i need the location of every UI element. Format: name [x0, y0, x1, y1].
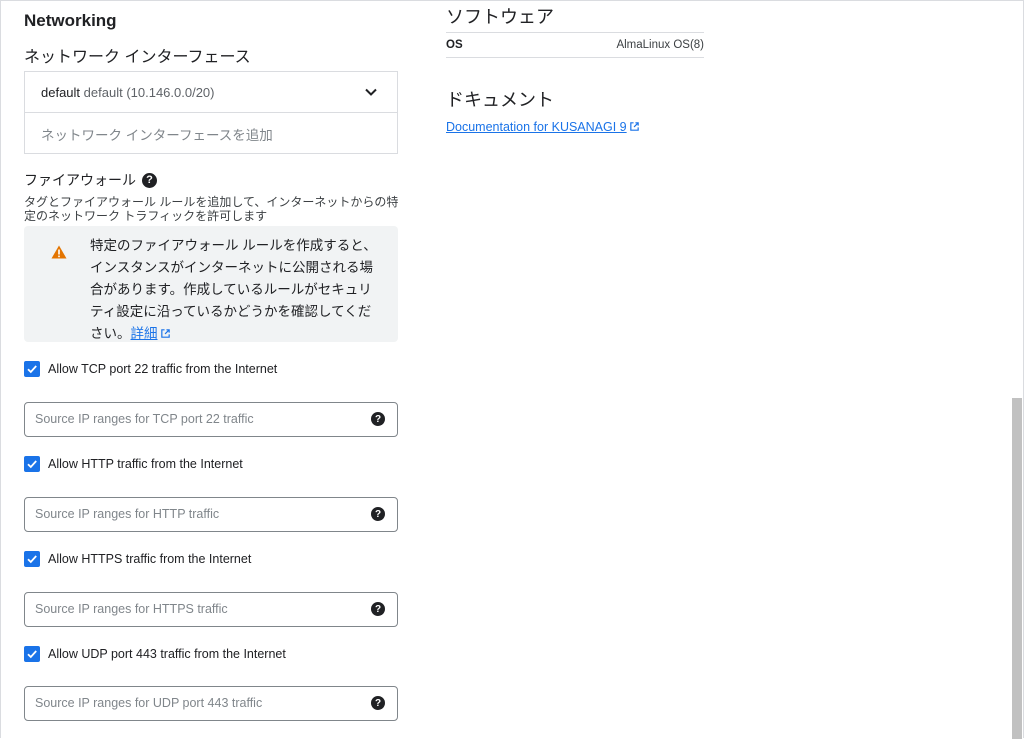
network-interfaces-title: ネットワーク インターフェース [24, 49, 251, 66]
tcp22-source-ip-placeholder: Source IP ranges for TCP port 22 traffic [35, 412, 254, 426]
os-key: OS [446, 39, 463, 51]
help-icon[interactable]: ? [371, 696, 385, 710]
firewall-warning-text: 特定のファイアウォール ルールを作成すると、インスタンスがインターネットに公開さ… [90, 235, 380, 345]
firewall-heading: ファイアウォール ? [24, 170, 157, 190]
documentation-link-text[interactable]: Documentation for KUSANAGI 9 [446, 120, 627, 134]
http-source-ip-input[interactable]: Source IP ranges for HTTP traffic ? [24, 497, 398, 532]
external-link-icon[interactable] [629, 121, 640, 132]
warning-icon [51, 245, 67, 259]
checkbox-checked-icon[interactable] [24, 456, 40, 472]
network-interface-panel: default default (10.146.0.0/20) ネットワーク イ… [24, 71, 398, 154]
allow-tcp22-checkbox-row[interactable]: Allow TCP port 22 traffic from the Inter… [24, 361, 277, 377]
scrollbar[interactable] [1012, 398, 1022, 739]
software-title: ソフトウェア [446, 7, 554, 27]
help-icon[interactable]: ? [371, 602, 385, 616]
allow-http-label: Allow HTTP traffic from the Internet [48, 457, 243, 471]
help-icon[interactable]: ? [371, 412, 385, 426]
checkbox-checked-icon[interactable] [24, 361, 40, 377]
http-source-ip-placeholder: Source IP ranges for HTTP traffic [35, 507, 220, 521]
checkbox-checked-icon[interactable] [24, 646, 40, 662]
network-interface-name: default [41, 85, 81, 100]
network-interface-row[interactable]: default default (10.146.0.0/20) [25, 72, 397, 113]
firewall-title: ファイアウォール [24, 172, 136, 188]
documents-title: ドキュメント [446, 90, 554, 110]
udp443-source-ip-input[interactable]: Source IP ranges for UDP port 443 traffi… [24, 686, 398, 721]
https-source-ip-input[interactable]: Source IP ranges for HTTPS traffic ? [24, 592, 398, 627]
allow-https-checkbox-row[interactable]: Allow HTTPS traffic from the Internet [24, 551, 251, 567]
os-value: AlmaLinux OS(8) [616, 39, 704, 51]
https-source-ip-placeholder: Source IP ranges for HTTPS traffic [35, 602, 228, 616]
tcp22-source-ip-input[interactable]: Source IP ranges for TCP port 22 traffic… [24, 402, 398, 437]
firewall-description: タグとファイアウォール ルールを追加して、インターネットからの特定のネットワーク… [24, 195, 399, 223]
help-icon[interactable]: ? [371, 507, 385, 521]
allow-https-label: Allow HTTPS traffic from the Internet [48, 552, 252, 566]
chevron-down-icon[interactable] [363, 84, 379, 100]
help-icon[interactable]: ? [142, 172, 157, 188]
checkbox-checked-icon[interactable] [24, 551, 40, 567]
firewall-warning-panel: 特定のファイアウォール ルールを作成すると、インスタンスがインターネットに公開さ… [24, 226, 398, 342]
allow-udp443-label: Allow UDP port 443 traffic from the Inte… [48, 647, 286, 661]
network-interface-detail: default (10.146.0.0/20) [83, 85, 215, 100]
allow-http-checkbox-row[interactable]: Allow HTTP traffic from the Internet [24, 456, 243, 472]
learn-more-link[interactable]: 詳細 [131, 326, 158, 341]
add-network-interface-button[interactable]: ネットワーク インターフェースを追加 [41, 124, 273, 144]
udp443-source-ip-placeholder: Source IP ranges for UDP port 443 traffi… [35, 696, 263, 710]
networking-title: Networking [24, 11, 117, 30]
external-link-icon[interactable] [160, 328, 171, 339]
documentation-link[interactable]: Documentation for KUSANAGI 9 [446, 120, 640, 134]
allow-tcp22-label: Allow TCP port 22 traffic from the Inter… [48, 362, 278, 376]
allow-udp443-checkbox-row[interactable]: Allow UDP port 443 traffic from the Inte… [24, 646, 286, 662]
software-table: OS AlmaLinux OS(8) [446, 32, 704, 58]
